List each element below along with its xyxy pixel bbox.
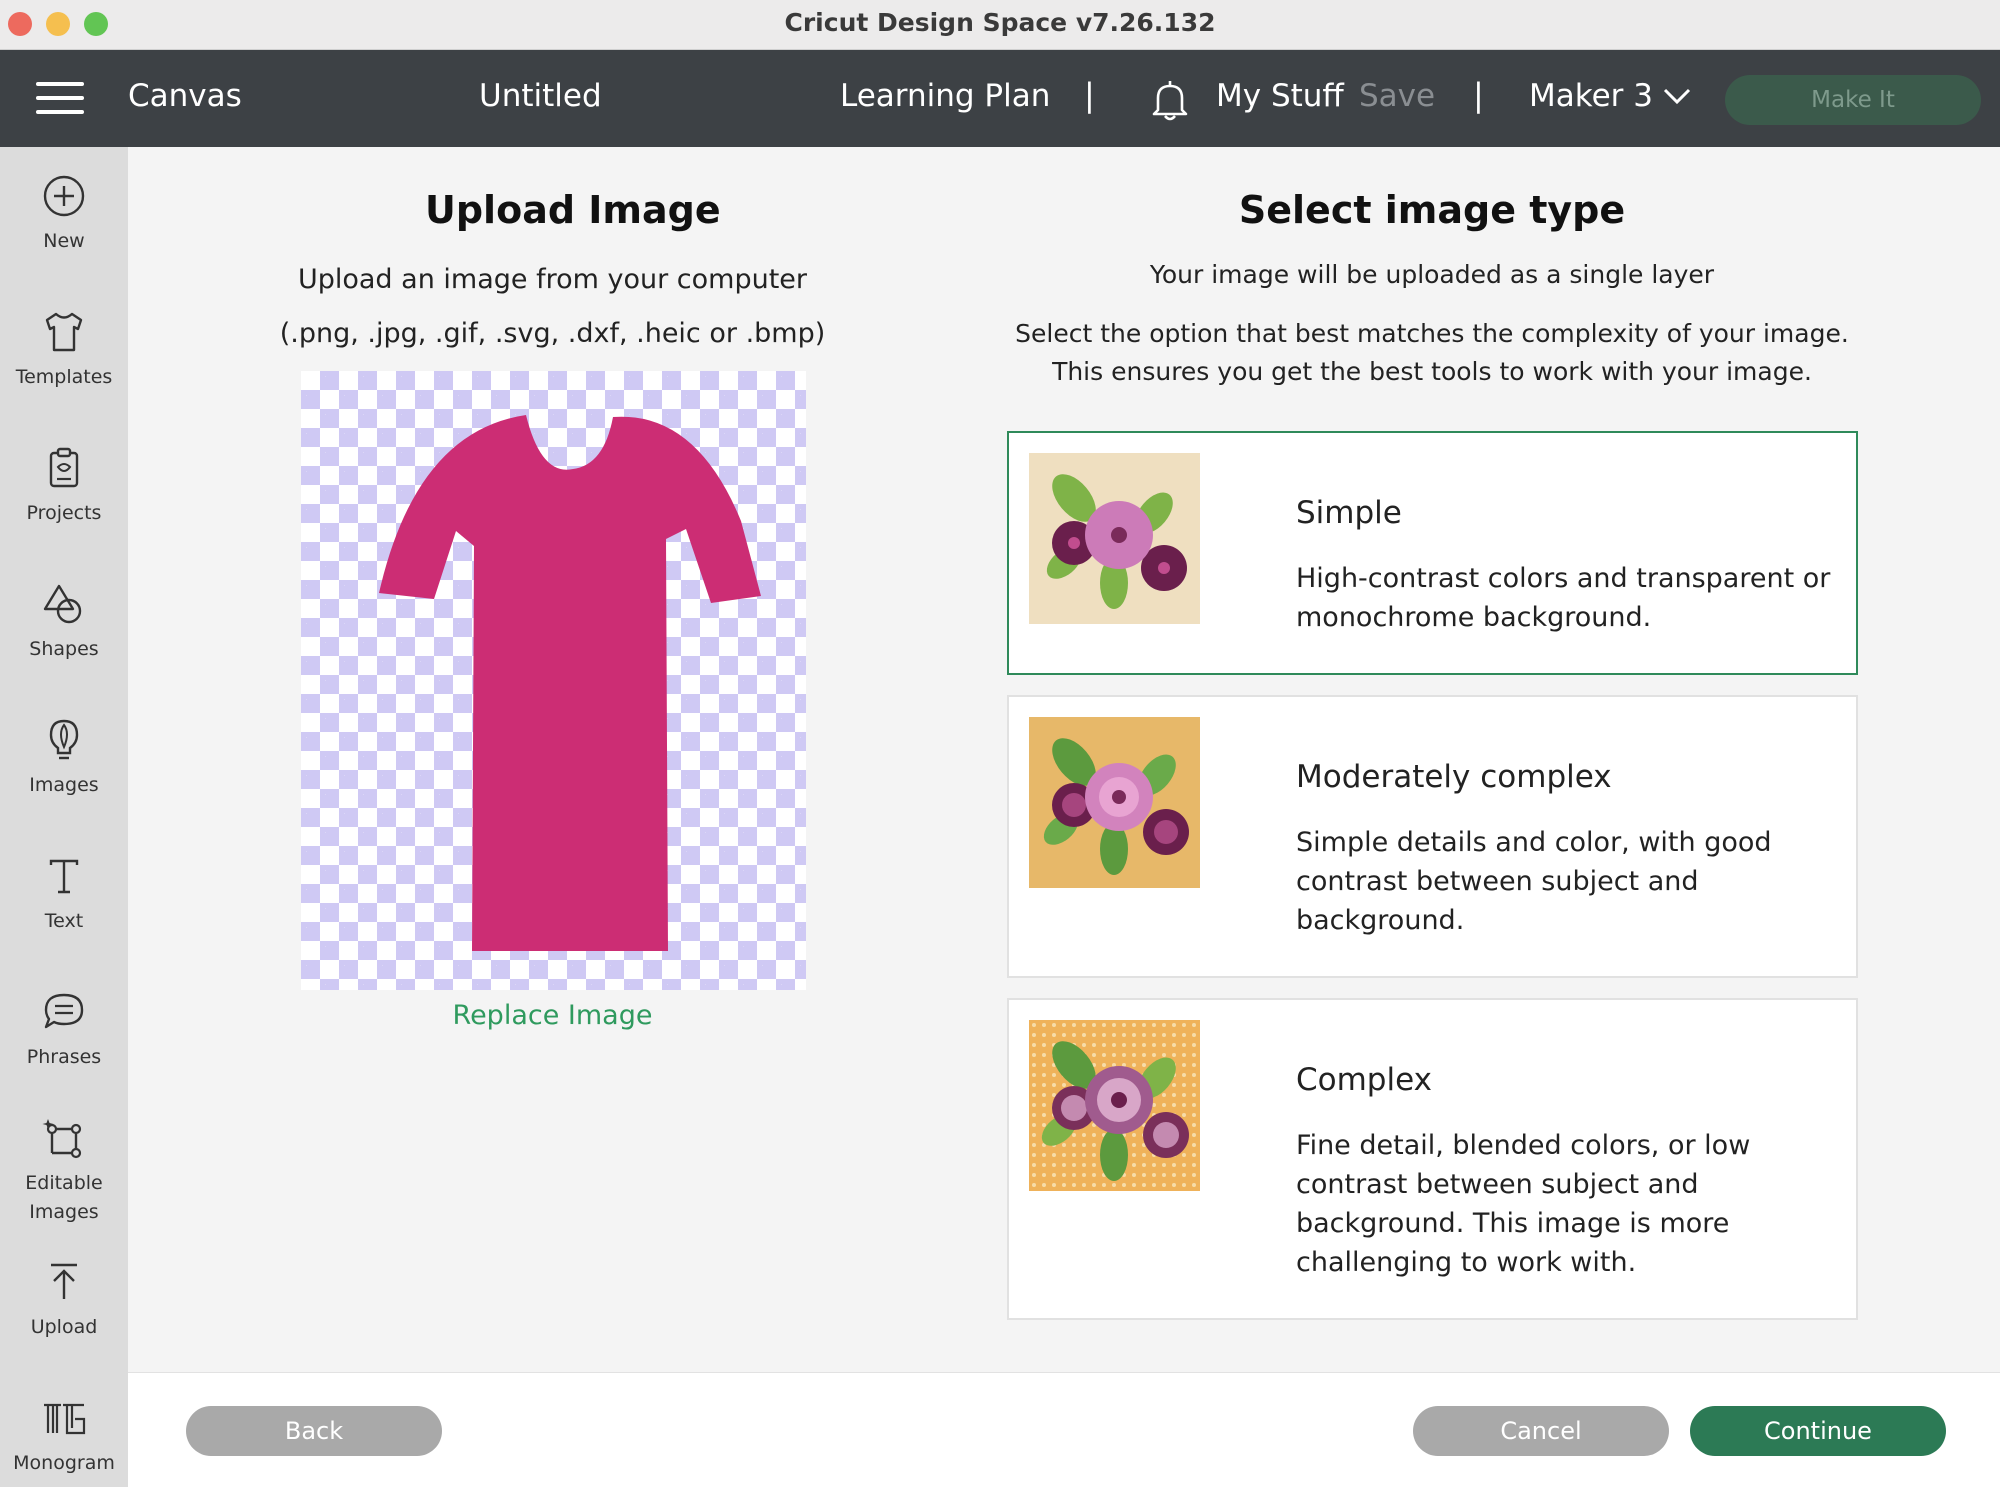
- canvas-link[interactable]: Canvas: [128, 78, 242, 114]
- moderate-flower-thumbnail: [1029, 717, 1200, 888]
- select-instruction-line1: Select the option that best matches the …: [1015, 319, 1849, 348]
- footer-bar: Back Cancel Continue: [128, 1372, 2000, 1487]
- select-type-title: Select image type: [1238, 188, 1626, 232]
- save-button[interactable]: Save: [1359, 78, 1435, 114]
- sidebar-item-label: Templates: [15, 366, 113, 388]
- speech-bubble-icon: [44, 993, 84, 1029]
- project-icon: [49, 447, 79, 488]
- sidebar-item-phrases[interactable]: Phrases: [0, 989, 128, 1072]
- my-stuff-link[interactable]: My Stuff: [1216, 78, 1344, 114]
- sidebar-item-shapes[interactable]: Shapes: [0, 581, 128, 664]
- sidebar-item-upload[interactable]: Upload: [0, 1259, 128, 1342]
- option-simple[interactable]: Simple High-contrast colors and transpar…: [1007, 431, 1858, 675]
- simple-flower-thumbnail: [1029, 453, 1200, 624]
- chevron-down-icon[interactable]: [1662, 86, 1692, 106]
- continue-button[interactable]: Continue: [1690, 1406, 1946, 1456]
- sidebar-item-label: Projects: [26, 502, 102, 524]
- option-moderately-complex[interactable]: Moderately complex Simple details and co…: [1007, 695, 1858, 978]
- monogram-icon: [44, 1403, 86, 1435]
- editable-image-icon: [42, 1119, 82, 1159]
- window-title: Cricut Design Space v7.26.132: [784, 8, 1216, 37]
- complex-flower-thumbnail: [1029, 1020, 1200, 1191]
- sidebar-item-new[interactable]: New: [0, 173, 128, 256]
- upload-formats: (.png, .jpg, .gif, .svg, .dxf, .heic or …: [279, 318, 826, 349]
- sidebar-item-label: Shapes: [29, 638, 99, 660]
- sidebar-item-monogram[interactable]: Monogram: [0, 1395, 128, 1478]
- option-description: High-contrast colors and transparent or …: [1296, 563, 1831, 633]
- option-title: Moderately complex: [1296, 759, 1612, 795]
- option-title: Complex: [1296, 1062, 1432, 1098]
- bell-icon[interactable]: [1150, 78, 1190, 122]
- plus-circle-icon: [43, 175, 85, 217]
- sidebar-item-label-line1: Editable: [25, 1172, 103, 1194]
- shirt-preview-image: [379, 415, 761, 951]
- header-separator-2: |: [1473, 76, 1484, 114]
- shirt-icon: [45, 312, 83, 352]
- replace-image-link[interactable]: Replace Image: [420, 1000, 685, 1031]
- upload-subtitle: Upload an image from your computer: [297, 264, 808, 295]
- select-instruction-line2: This ensures you get the best tools to w…: [1052, 357, 1812, 386]
- sidebar: New Templates Projects Shapes Images Tex…: [0, 147, 128, 1487]
- option-complex[interactable]: Complex Fine detail, blended colors, or …: [1007, 998, 1858, 1320]
- cancel-button[interactable]: Cancel: [1413, 1406, 1669, 1456]
- sidebar-item-templates[interactable]: Templates: [0, 309, 128, 392]
- option-title: Simple: [1296, 495, 1402, 531]
- learning-plan-link[interactable]: Learning Plan: [840, 78, 1050, 114]
- shirt-shape: [379, 415, 761, 951]
- sidebar-item-projects[interactable]: Projects: [0, 445, 128, 528]
- upload-icon: [51, 1263, 77, 1299]
- sidebar-item-label: Phrases: [26, 1046, 102, 1068]
- image-preview: [301, 371, 806, 990]
- back-button[interactable]: Back: [186, 1406, 442, 1456]
- sidebar-item-label: New: [43, 230, 85, 252]
- window-title-bar: Cricut Design Space v7.26.132: [0, 0, 2000, 50]
- sidebar-item-label: Upload: [30, 1316, 98, 1338]
- option-description: Simple details and color, with good cont…: [1296, 827, 1772, 936]
- menu-icon[interactable]: [36, 82, 84, 114]
- make-it-button[interactable]: Make It: [1725, 75, 1981, 125]
- sidebar-item-images[interactable]: Images: [0, 717, 128, 800]
- sidebar-item-label-line2: Images: [29, 1201, 99, 1223]
- sidebar-item-label: Monogram: [13, 1452, 115, 1474]
- sidebar-item-label: Text: [44, 910, 84, 932]
- machine-selector[interactable]: Maker 3: [1529, 78, 1653, 114]
- app-header: Canvas Untitled Learning Plan | My Stuff…: [0, 50, 2000, 147]
- sidebar-item-text[interactable]: Text: [0, 853, 128, 936]
- shapes-icon: [43, 584, 82, 624]
- sidebar-item-editable-images[interactable]: Editable Images: [0, 1115, 128, 1227]
- project-name[interactable]: Untitled: [479, 78, 602, 114]
- option-description: Fine detail, blended colors, or low cont…: [1296, 1130, 1751, 1278]
- select-info-line: Your image will be uploaded as a single …: [1149, 260, 1715, 289]
- lightbulb-icon: [49, 719, 79, 760]
- upload-title: Upload Image: [425, 188, 721, 232]
- text-icon: [49, 859, 79, 894]
- header-separator: |: [1084, 76, 1095, 114]
- sidebar-item-label: Images: [29, 774, 99, 796]
